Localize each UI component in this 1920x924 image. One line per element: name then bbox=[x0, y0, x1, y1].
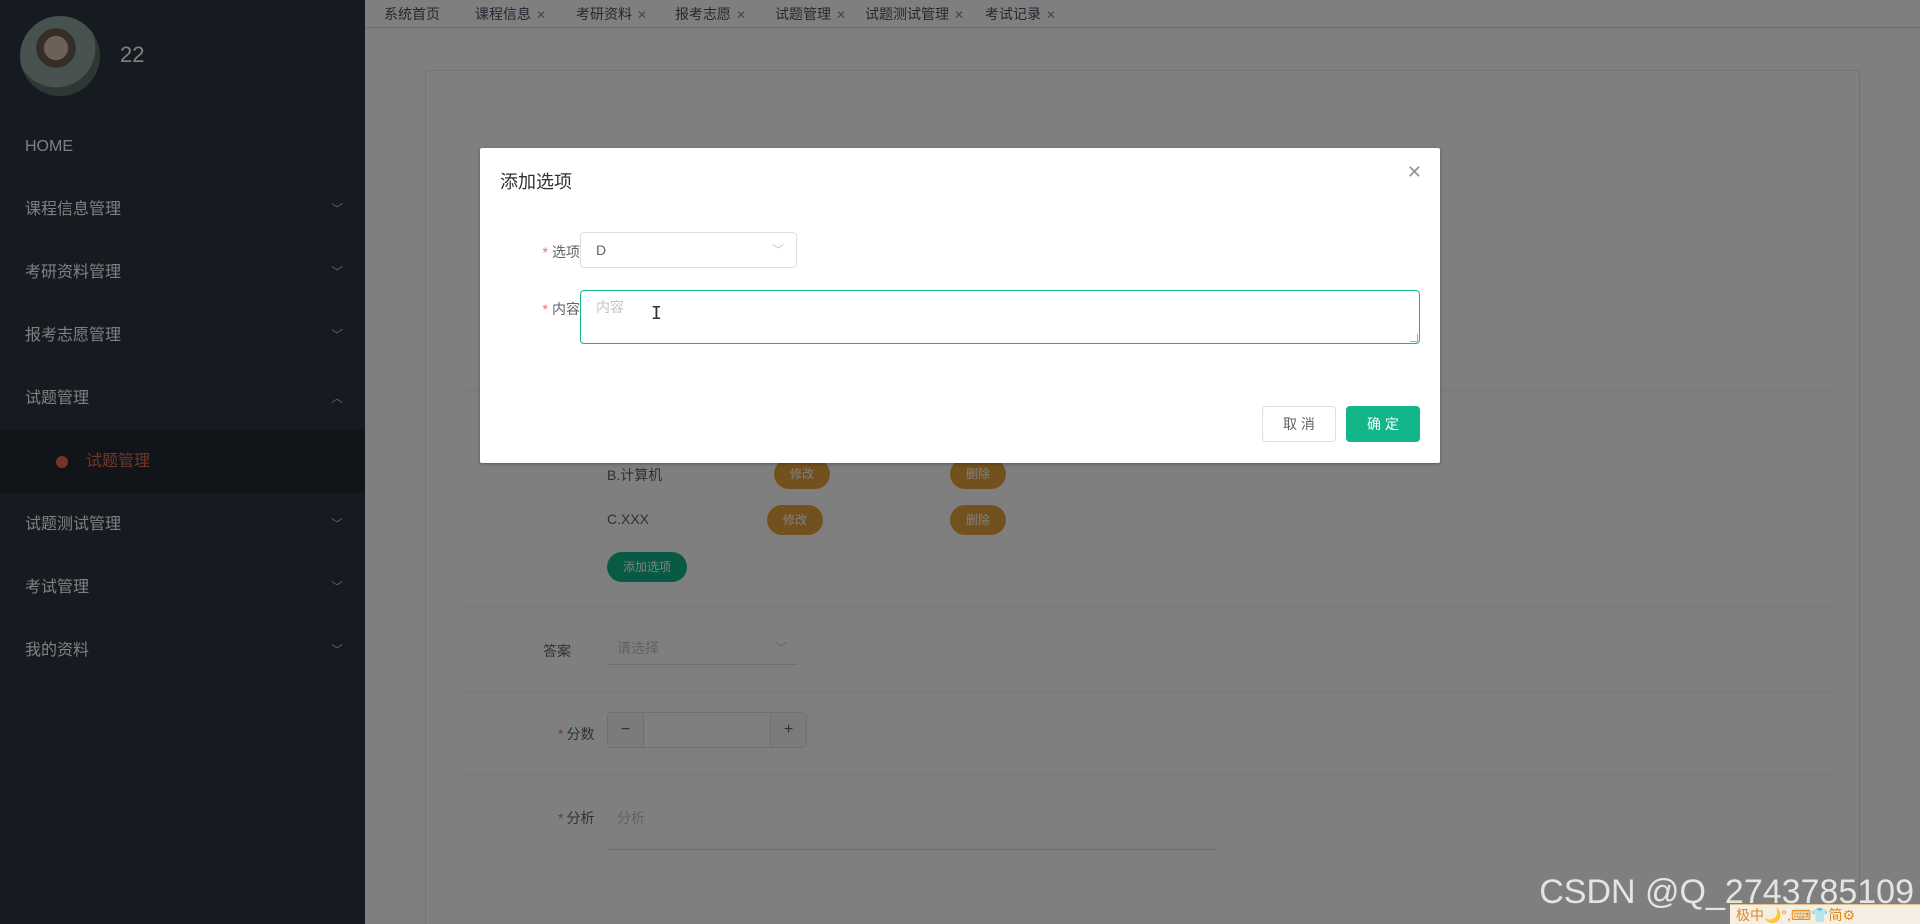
ime-toolbar[interactable]: 极中🌙°,⌨👕简⚙ bbox=[1730, 904, 1920, 924]
chevron-down-icon: ﹀ bbox=[771, 243, 784, 257]
option-select-value: D bbox=[596, 242, 607, 258]
option-label: * 选项 bbox=[542, 244, 580, 260]
resize-handle[interactable] bbox=[1410, 334, 1418, 342]
content-label: * 内容 bbox=[542, 301, 580, 317]
content-textarea[interactable]: 内容 bbox=[580, 290, 1420, 344]
dialog-title: 添加选项 bbox=[500, 172, 572, 192]
confirm-button[interactable]: 确 定 bbox=[1346, 406, 1420, 442]
close-icon[interactable]: ✕ bbox=[1407, 162, 1422, 183]
option-select[interactable]: D ﹀ bbox=[580, 232, 797, 268]
cancel-button[interactable]: 取 消 bbox=[1262, 406, 1336, 442]
text-cursor-icon: I bbox=[651, 303, 662, 324]
add-option-dialog: 添加选项 ✕ * 选项 D ﹀ * 内容 内容 I 取 消 确 定 bbox=[480, 148, 1440, 463]
content-placeholder: 内容 bbox=[596, 299, 624, 315]
